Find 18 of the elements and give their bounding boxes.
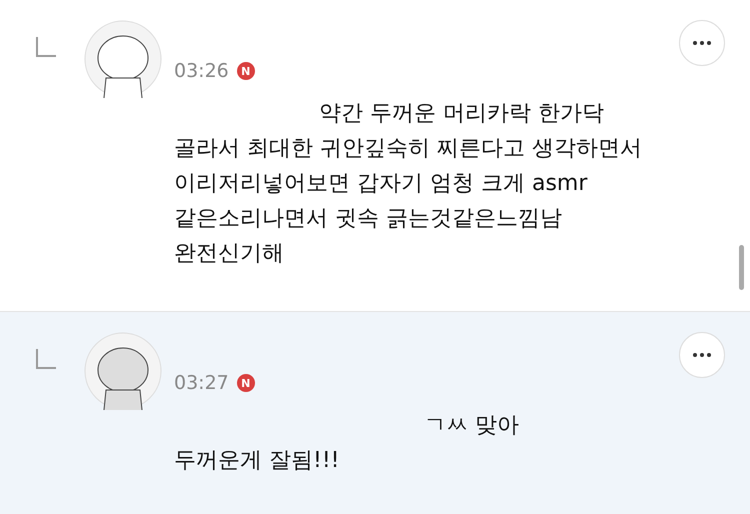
comment-time: 03:27 bbox=[174, 372, 229, 394]
comment-text: 이리저리넣어보면 갑자기 엄청 크게 asmr bbox=[174, 170, 588, 198]
avatar-icon[interactable] bbox=[84, 332, 162, 410]
more-icon bbox=[693, 41, 711, 45]
new-badge: N bbox=[236, 62, 255, 80]
comment-text: 같은소리나면서 귓속 긁는것같은느낌남 bbox=[174, 205, 563, 233]
more-button[interactable] bbox=[679, 20, 725, 66]
comment-text: 골라서 최대한 귀안깊숙히 찌른다고 생각하면서 bbox=[174, 135, 643, 163]
avatar-icon[interactable] bbox=[84, 20, 162, 98]
scrollbar[interactable] bbox=[739, 245, 744, 290]
comment-text: 약간 두꺼운 머리카락 한가닥 bbox=[318, 100, 605, 128]
comment-text: ㄱㅆ 맞아 bbox=[423, 412, 520, 440]
new-badge: N bbox=[236, 374, 255, 392]
comment-time: 03:26 bbox=[174, 60, 229, 82]
more-icon bbox=[693, 353, 711, 357]
comment-text: 완전신기해 bbox=[174, 240, 285, 268]
comment-text: 두꺼운게 잘됨!!! bbox=[174, 447, 340, 475]
more-button[interactable] bbox=[679, 332, 725, 378]
